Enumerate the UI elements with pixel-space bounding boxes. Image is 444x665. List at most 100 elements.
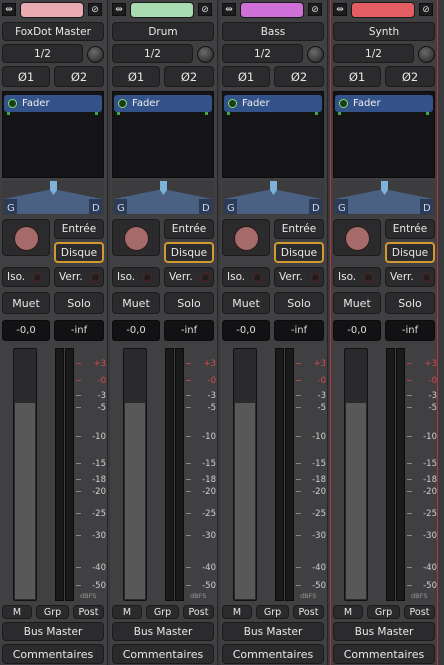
solo-lock-button[interactable]: Verr. <box>164 267 214 287</box>
phase-invert-1-button[interactable]: Ø1 <box>222 66 270 87</box>
isolate-button[interactable]: Iso. <box>333 267 381 287</box>
output-routing-button[interactable]: Bus Master <box>222 622 324 641</box>
gain-entry[interactable]: -0,0 <box>2 320 50 341</box>
meter-point-post-button[interactable]: Post <box>183 605 214 619</box>
panner[interactable]: G D <box>112 181 214 215</box>
meter-point-post-button[interactable]: Post <box>404 605 435 619</box>
gain-entry[interactable]: -0,0 <box>222 320 270 341</box>
panner[interactable]: G D <box>333 181 435 215</box>
isolate-button[interactable]: Iso. <box>112 267 160 287</box>
monitor-input-button[interactable]: Entrée <box>385 219 435 239</box>
track-name-button[interactable]: FoxDot Master <box>2 22 104 41</box>
isolate-button[interactable]: Iso. <box>2 267 50 287</box>
group-button[interactable]: Grp <box>146 605 179 619</box>
solo-button[interactable]: Solo <box>274 292 324 314</box>
gain-fader[interactable] <box>123 348 147 601</box>
track-color-bar[interactable] <box>20 2 84 18</box>
eye-hidden-icon[interactable]: ⊘ <box>88 3 102 16</box>
input-routing-button[interactable]: 1/2 <box>222 44 303 63</box>
monitor-disk-button[interactable]: Disque <box>164 242 214 263</box>
meter-point-input-button[interactable]: M <box>222 605 252 619</box>
track-name-button[interactable]: Drum <box>112 22 214 41</box>
solo-button[interactable]: Solo <box>164 292 214 314</box>
input-routing-button[interactable]: 1/2 <box>112 44 193 63</box>
eye-hidden-icon[interactable]: ⊘ <box>198 3 212 16</box>
output-routing-button[interactable]: Bus Master <box>112 622 214 641</box>
peak-display[interactable]: -inf <box>274 320 324 341</box>
meter-point-input-button[interactable]: M <box>333 605 363 619</box>
mute-button[interactable]: Muet <box>222 292 270 314</box>
comments-button[interactable]: Commentaires <box>112 644 214 664</box>
mute-button[interactable]: Muet <box>2 292 50 314</box>
gain-fader[interactable] <box>233 348 257 601</box>
solo-button[interactable]: Solo <box>54 292 104 314</box>
monitor-input-button[interactable]: Entrée <box>54 219 104 239</box>
record-arm-button[interactable] <box>2 219 50 256</box>
meter-point-input-button[interactable]: M <box>2 605 32 619</box>
processor-active-led[interactable] <box>339 99 348 108</box>
comments-button[interactable]: Commentaires <box>333 644 435 664</box>
panner[interactable]: G D <box>222 181 324 215</box>
track-color-bar[interactable] <box>240 2 304 18</box>
input-trim-knob[interactable] <box>307 46 324 63</box>
gain-fader[interactable] <box>13 348 37 601</box>
monitor-disk-button[interactable]: Disque <box>274 242 324 263</box>
fader-processor[interactable]: Fader <box>4 95 102 112</box>
link-icon[interactable]: ⇹ <box>2 3 16 16</box>
record-arm-button[interactable] <box>222 219 270 256</box>
processor-active-led[interactable] <box>228 99 237 108</box>
processor-active-led[interactable] <box>8 99 17 108</box>
meter-point-input-button[interactable]: M <box>112 605 142 619</box>
monitor-disk-button[interactable]: Disque <box>385 242 435 263</box>
eye-hidden-icon[interactable]: ⊘ <box>419 3 433 16</box>
phase-invert-1-button[interactable]: Ø1 <box>2 66 50 87</box>
output-routing-button[interactable]: Bus Master <box>2 622 104 641</box>
input-trim-knob[interactable] <box>197 46 214 63</box>
group-button[interactable]: Grp <box>367 605 400 619</box>
group-button[interactable]: Grp <box>36 605 69 619</box>
processor-box[interactable]: Fader <box>112 91 214 178</box>
isolate-button[interactable]: Iso. <box>222 267 270 287</box>
phase-invert-2-button[interactable]: Ø2 <box>274 66 324 87</box>
solo-lock-button[interactable]: Verr. <box>274 267 324 287</box>
track-color-bar[interactable] <box>130 2 194 18</box>
mute-button[interactable]: Muet <box>112 292 160 314</box>
processor-box[interactable]: Fader <box>2 91 104 178</box>
gain-entry[interactable]: -0,0 <box>333 320 381 341</box>
gain-fader[interactable] <box>344 348 368 601</box>
link-icon[interactable]: ⇹ <box>112 3 126 16</box>
input-trim-knob[interactable] <box>418 46 435 63</box>
comments-button[interactable]: Commentaires <box>2 644 104 664</box>
input-trim-knob[interactable] <box>87 46 104 63</box>
track-name-button[interactable]: Synth <box>333 22 435 41</box>
input-routing-button[interactable]: 1/2 <box>2 44 83 63</box>
link-icon[interactable]: ⇹ <box>333 3 347 16</box>
peak-display[interactable]: -inf <box>54 320 104 341</box>
record-arm-button[interactable] <box>333 219 381 256</box>
fader-processor[interactable]: Fader <box>114 95 212 112</box>
phase-invert-1-button[interactable]: Ø1 <box>112 66 160 87</box>
gain-entry[interactable]: -0,0 <box>112 320 160 341</box>
solo-lock-button[interactable]: Verr. <box>385 267 435 287</box>
phase-invert-1-button[interactable]: Ø1 <box>333 66 381 87</box>
track-name-button[interactable]: Bass <box>222 22 324 41</box>
track-color-bar[interactable] <box>351 2 415 18</box>
record-arm-button[interactable] <box>112 219 160 256</box>
peak-display[interactable]: -inf <box>164 320 214 341</box>
processor-box[interactable]: Fader <box>222 91 324 178</box>
monitor-disk-button[interactable]: Disque <box>54 242 104 263</box>
input-routing-button[interactable]: 1/2 <box>333 44 414 63</box>
processor-active-led[interactable] <box>118 99 127 108</box>
phase-invert-2-button[interactable]: Ø2 <box>164 66 214 87</box>
link-icon[interactable]: ⇹ <box>222 3 236 16</box>
panner[interactable]: G D <box>2 181 104 215</box>
meter-point-post-button[interactable]: Post <box>293 605 324 619</box>
fader-processor[interactable]: Fader <box>335 95 433 112</box>
phase-invert-2-button[interactable]: Ø2 <box>54 66 104 87</box>
solo-button[interactable]: Solo <box>385 292 435 314</box>
comments-button[interactable]: Commentaires <box>222 644 324 664</box>
solo-lock-button[interactable]: Verr. <box>54 267 104 287</box>
meter-point-post-button[interactable]: Post <box>73 605 104 619</box>
eye-hidden-icon[interactable]: ⊘ <box>308 3 322 16</box>
fader-processor[interactable]: Fader <box>224 95 322 112</box>
